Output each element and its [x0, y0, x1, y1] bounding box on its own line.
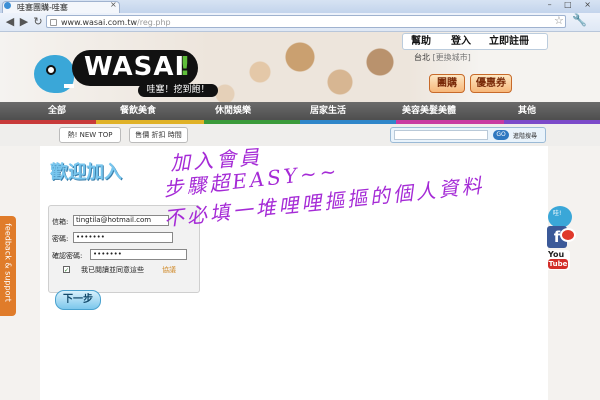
email-label: 信箱: [52, 218, 69, 226]
city-selector: 台北 [更換城市] [414, 52, 471, 63]
sort-tab-hot[interactable]: 熱! NEW TOP [59, 127, 121, 143]
next-step-button[interactable]: 下一步 [55, 290, 101, 310]
favicon-icon [4, 2, 11, 9]
help-link[interactable]: 幫助 [411, 34, 431, 49]
tab-title: 哇塞團購-哇塞 [17, 3, 68, 12]
confirm-password-label: 確認密碼: [52, 252, 83, 260]
confirm-password-field[interactable]: ••••••• [90, 249, 187, 260]
group-buy-button[interactable]: 團購 [429, 74, 465, 93]
search-input[interactable] [394, 130, 488, 140]
url-host: www.wasai.com.tw [61, 18, 138, 27]
feedback-label: feedback & support [3, 223, 13, 302]
nav-item-all[interactable]: 全部 [48, 102, 66, 120]
back-icon[interactable]: ◀ [3, 15, 17, 29]
wrench-menu-icon[interactable]: 🔧 [572, 13, 587, 27]
password-label: 密碼: [52, 235, 69, 243]
agree-checkbox[interactable]: ✓ [63, 266, 70, 274]
sort-tab-price[interactable]: 售價 折扣 時間 [129, 127, 188, 143]
nav-item-home[interactable]: 居家生活 [310, 102, 346, 120]
logo-exclamation: ! [179, 52, 191, 82]
site-logo[interactable]: WASAI [84, 52, 185, 82]
youtube-you-text: You [548, 250, 565, 259]
tab-close-icon[interactable]: × [110, 0, 597, 9]
login-link[interactable]: 登入 [451, 34, 471, 49]
youtube-tube-text: Tube [548, 259, 568, 269]
facebook-mascot-eye [560, 228, 576, 242]
page-icon [50, 19, 57, 26]
address-bar[interactable]: www.wasai.com.tw/reg.php [46, 15, 566, 28]
nav-item-other[interactable]: 其他 [518, 102, 536, 120]
url-path: /reg.php [137, 18, 171, 27]
password-field[interactable]: ••••••• [73, 232, 173, 243]
nav-item-leisure[interactable]: 休閒娛樂 [215, 102, 251, 120]
top-links-bar: 幫助 登入 立即註冊 [402, 33, 548, 50]
bookmark-star-icon[interactable]: ☆ [554, 14, 564, 27]
coupon-button[interactable]: 優惠券 [470, 74, 512, 93]
reload-icon[interactable]: ↻ [31, 15, 45, 29]
site-slogan: 哇塞！挖到飽！ [138, 84, 218, 97]
city-name: 台北 [414, 53, 430, 62]
mascot-tooth [64, 84, 74, 88]
advanced-search-link[interactable]: 進階搜尋 [513, 131, 537, 140]
page-title: 歡迎加入 [50, 162, 122, 183]
mascot-eye [46, 65, 56, 75]
terms-link[interactable]: 協議 [162, 265, 176, 275]
mascot-bubble: 哇! [553, 210, 562, 217]
change-city-link[interactable]: [更換城市] [433, 53, 471, 62]
email-field[interactable]: tingtila@hotmail.com [73, 215, 169, 226]
window-controls[interactable]: – □ × [548, 0, 596, 9]
browser-tab[interactable]: 哇塞團購-哇塞 [2, 1, 120, 13]
agree-label: 我已閱讀並同意這些 [81, 266, 144, 274]
main-nav: 全部 餐飲美食 休閒娛樂 居家生活 美容美髮美體 其他 [0, 102, 600, 120]
nav-item-food[interactable]: 餐飲美食 [120, 102, 156, 120]
register-link[interactable]: 立即註冊 [489, 34, 529, 49]
search-go-button[interactable]: GO [493, 130, 509, 140]
nav-item-beauty[interactable]: 美容美髮美體 [402, 102, 456, 120]
forward-icon[interactable]: ▶ [17, 15, 31, 29]
